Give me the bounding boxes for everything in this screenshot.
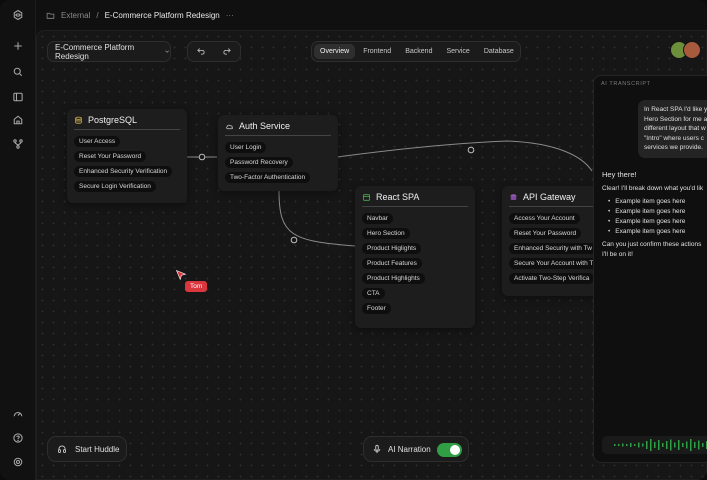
reply-intro: Clear! I'll break down what you'd lik xyxy=(602,185,704,192)
reply-outro: I'll be on it! xyxy=(602,251,633,258)
stack-icon xyxy=(510,193,517,200)
database-icon xyxy=(75,116,82,124)
breadcrumb: External / E-Commerce Platform Redesign … xyxy=(36,0,707,30)
folder-icon xyxy=(46,12,55,19)
node-title: PostgreSQL xyxy=(88,115,138,125)
help-icon[interactable] xyxy=(9,429,27,447)
left-rail xyxy=(0,0,36,480)
start-huddle-label: Start Huddle xyxy=(75,444,120,454)
node-item[interactable]: Secure Login Verification xyxy=(74,181,156,192)
node-item[interactable]: Activate Two-Step Verifica xyxy=(509,273,595,284)
node-title: React SPA xyxy=(376,192,420,202)
node-item[interactable]: Product Features xyxy=(362,258,422,269)
start-huddle-button[interactable]: Start Huddle xyxy=(47,436,127,462)
reply-list: Example item goes here Example item goes… xyxy=(608,197,707,237)
list-item: Example item goes here xyxy=(608,207,707,217)
list-item: Example item goes here xyxy=(608,227,707,237)
more-options-button[interactable]: ··· xyxy=(226,11,234,20)
message-line: Hero Section for me a xyxy=(644,115,707,123)
connector-auth-gateway xyxy=(336,140,593,172)
audio-waveform xyxy=(602,436,707,454)
node-item[interactable]: Hero Section xyxy=(362,228,410,239)
node-item[interactable]: Two-Factor Authentication xyxy=(225,172,311,183)
node-item[interactable]: User Login xyxy=(225,142,267,153)
list-item: Example item goes here xyxy=(608,197,707,207)
speedometer-icon[interactable] xyxy=(9,405,27,423)
node-auth-service[interactable]: Auth Service User Login Password Recover… xyxy=(218,115,338,191)
headphones-icon xyxy=(58,445,66,453)
node-item[interactable]: CTA xyxy=(362,288,385,299)
connector-handle[interactable] xyxy=(290,236,298,244)
plus-icon[interactable] xyxy=(9,37,27,55)
ai-narration-toggle[interactable] xyxy=(437,443,462,457)
node-title: API Gateway xyxy=(523,192,576,202)
waveform-icon xyxy=(614,439,707,451)
node-item[interactable]: Footer xyxy=(362,303,391,314)
flow-canvas[interactable]: E-Commerce Platform Redesign Overview Fr… xyxy=(36,30,707,480)
message-line: In React SPA I'd like y xyxy=(644,106,707,113)
reply-greeting: Hey there! xyxy=(602,170,637,179)
node-item[interactable]: Enhanced Security with Tw xyxy=(509,243,597,254)
node-item[interactable]: Access Your Account xyxy=(509,213,580,224)
connector-auth-react xyxy=(278,190,356,247)
node-header: PostgreSQL xyxy=(74,115,180,130)
home-icon[interactable] xyxy=(9,111,27,129)
node-item[interactable]: Enhanced Security Verification xyxy=(74,166,173,177)
node-item[interactable]: Password Recovery xyxy=(225,157,293,168)
settings-icon[interactable] xyxy=(9,453,27,471)
breadcrumb-separator: / xyxy=(96,10,99,20)
ai-narration-label: AI Narration xyxy=(388,444,431,454)
message-line: "Intro" where users c xyxy=(644,134,704,142)
node-postgresql[interactable]: PostgreSQL User Access Reset Your Passwo… xyxy=(67,109,187,203)
branch-icon[interactable] xyxy=(9,135,27,153)
node-item[interactable]: Reset Your Password xyxy=(509,228,582,239)
ai-reply: Hey there! Clear! I'll break down what y… xyxy=(602,170,707,260)
microphone-icon xyxy=(373,444,381,454)
node-react-spa[interactable]: React SPA Navbar Hero Section Product Hi… xyxy=(355,186,475,328)
collaborator-cursor-label: Tom xyxy=(185,281,208,292)
node-header: Auth Service xyxy=(225,121,331,136)
cloud-icon xyxy=(226,124,233,129)
ai-transcript-panel[interactable]: AI TRANSCRIPT In React SPA I'd like y He… xyxy=(593,75,707,463)
node-header: React SPA xyxy=(362,192,468,207)
cursor-icon xyxy=(175,269,187,281)
window-icon xyxy=(363,193,370,201)
node-item[interactable]: Reset Your Password xyxy=(74,151,147,162)
breadcrumb-current[interactable]: E-Commerce Platform Redesign xyxy=(105,11,220,20)
message-line: different layout that w xyxy=(644,125,706,132)
connector-handle[interactable] xyxy=(198,153,206,161)
node-item[interactable]: Product Highlights xyxy=(362,273,425,284)
ai-narration-control: AI Narration xyxy=(363,436,469,462)
app-window: External / E-Commerce Platform Redesign … xyxy=(0,0,707,480)
app-logo-icon[interactable] xyxy=(9,6,27,24)
node-title: Auth Service xyxy=(239,121,291,131)
message-line: services we provide. xyxy=(644,144,703,151)
connector-handle[interactable] xyxy=(467,146,475,154)
user-message-bubble: In React SPA I'd like y Hero Section for… xyxy=(638,100,707,158)
node-item[interactable]: Navbar xyxy=(362,213,393,224)
node-item[interactable]: Product Higlights xyxy=(362,243,422,254)
breadcrumb-parent[interactable]: External xyxy=(61,11,90,20)
node-item[interactable]: User Access xyxy=(74,136,121,147)
search-icon[interactable] xyxy=(9,63,27,81)
node-item[interactable]: Secure Your Account with T xyxy=(509,258,599,269)
reply-outro: Can you just confirm these actions xyxy=(602,241,702,248)
transcript-title: AI TRANSCRIPT xyxy=(601,81,651,87)
list-item: Example item goes here xyxy=(608,217,707,227)
sidebar-toggle-icon[interactable] xyxy=(9,88,27,106)
